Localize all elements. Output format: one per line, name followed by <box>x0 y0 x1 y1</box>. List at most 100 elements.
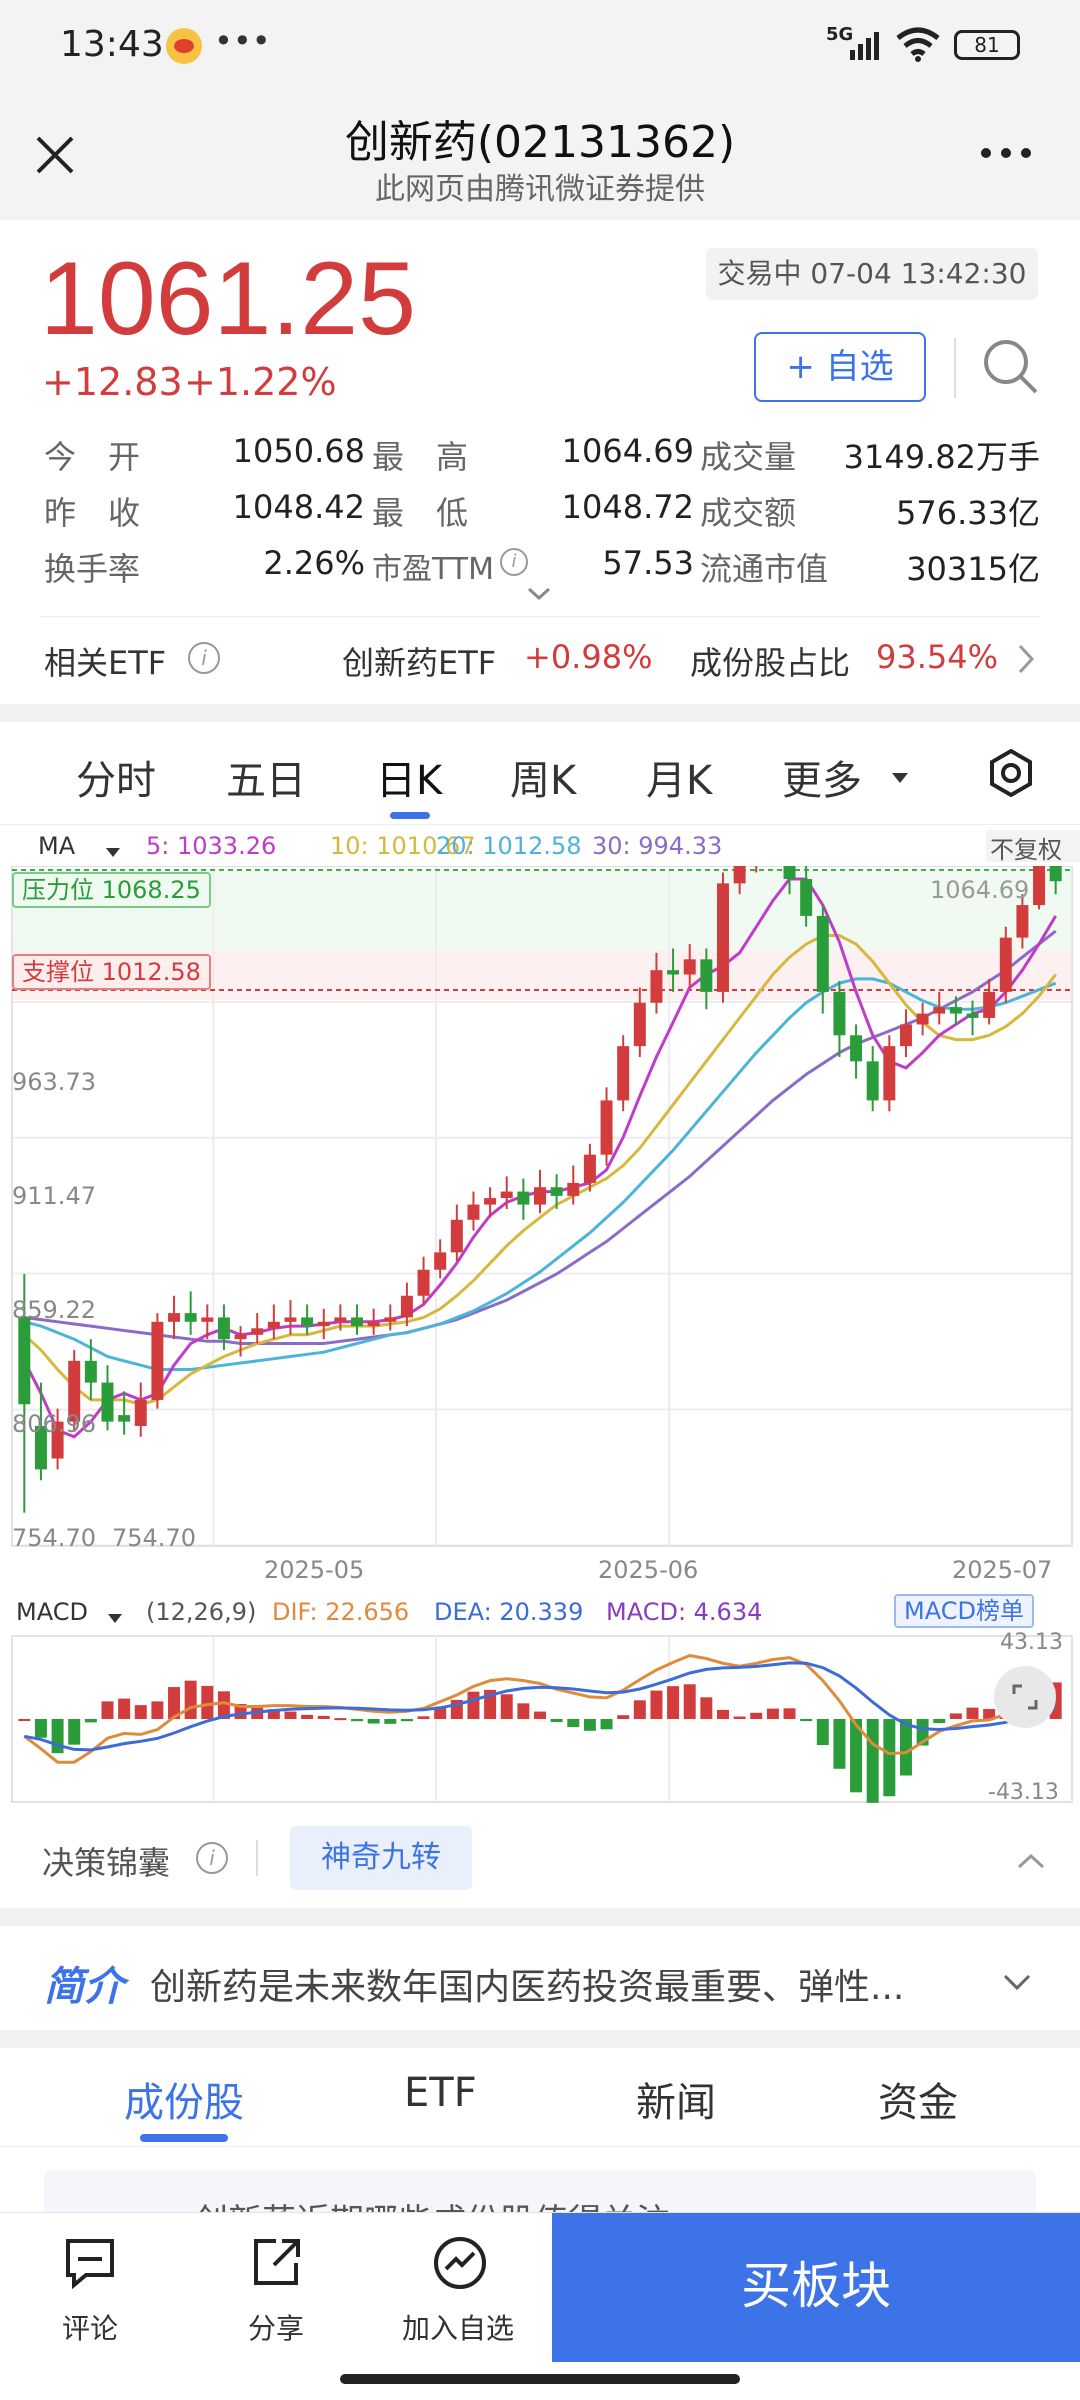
tab-news[interactable]: 新闻 <box>636 2070 716 2128</box>
search-icon[interactable] <box>980 336 1040 396</box>
chevron-up-icon[interactable] <box>1016 1852 1046 1870</box>
stat-label: 成交量 <box>700 438 797 476</box>
settings-icon[interactable] <box>986 748 1036 798</box>
candle-body <box>966 1013 979 1018</box>
stat-label: 市盈TTM <box>372 552 495 587</box>
macd-bar <box>567 1719 580 1728</box>
more-icon[interactable] <box>976 138 1036 168</box>
bottom-bar: 评论 分享 加入自选 买板块 <box>0 2212 1080 2363</box>
macd-rank-button[interactable]: MACD榜单 <box>894 1594 1034 1628</box>
candle-body <box>567 1182 580 1196</box>
candle-body <box>18 1317 31 1405</box>
macd-bar <box>550 1719 563 1723</box>
price-change-pct: +1.22% <box>184 360 337 404</box>
trading-status: 交易中 07-04 13:42:30 <box>706 248 1038 300</box>
candle-body <box>1049 866 1062 882</box>
candle-body <box>916 1013 929 1025</box>
candle-body <box>267 1321 280 1329</box>
stat-value: 30315亿 <box>906 550 1040 588</box>
candle-body <box>650 970 663 1003</box>
buy-sector-button[interactable]: 买板块 <box>552 2213 1080 2363</box>
section-gap <box>0 704 1080 722</box>
candle-body <box>1033 866 1046 906</box>
add-watch-bottom-button[interactable]: 加入自选 <box>396 2213 526 2363</box>
candle-body <box>833 991 846 1036</box>
macd-bar <box>716 1709 729 1719</box>
macd-bar <box>367 1719 380 1724</box>
section-gap <box>0 1908 1080 1926</box>
tab-more[interactable]: 更多 <box>782 748 862 806</box>
tab-daily-k[interactable]: 日K <box>376 748 442 806</box>
macd-bar <box>833 1719 846 1769</box>
gesture-area <box>0 2362 1080 2400</box>
macd-params: (12,26,9) <box>146 1598 257 1626</box>
macd-bar <box>184 1680 197 1719</box>
decision-label: 决策锦囊 <box>42 1844 171 1882</box>
price-change: +12.83 <box>42 360 183 404</box>
dea-value: DEA: 20.339 <box>434 1598 584 1626</box>
info-icon[interactable]: i <box>188 642 220 674</box>
tab-funds[interactable]: 资金 <box>878 2070 958 2128</box>
chevron-down-icon[interactable] <box>524 584 554 604</box>
macd-bar <box>883 1719 896 1797</box>
y-tick-label: 754.70 <box>12 1524 96 1552</box>
ma20-value: 20: 1012.58 <box>436 832 582 860</box>
candle-body <box>949 1007 962 1014</box>
home-indicator[interactable] <box>340 2374 740 2384</box>
macd-bar <box>134 1705 147 1719</box>
share-icon <box>248 2235 304 2291</box>
section-tabs: 成份股 ETF 新闻 资金 <box>0 2048 1080 2148</box>
stat-label: 流通市值 <box>700 550 829 588</box>
stats-grid: 今 开 1050.68 最 高 1064.69 成交量 3149.82万手 昨 … <box>40 428 1040 598</box>
macd-min-label: -43.13 <box>988 1780 1059 1805</box>
intro-row[interactable]: 简介 创新药是未来数年国内医药投资最重要、弹性... <box>0 1926 1080 2030</box>
macd-bar <box>949 1713 962 1719</box>
tab-weekly-k[interactable]: 周K <box>510 748 576 806</box>
macd-bar <box>118 1698 131 1719</box>
macd-bar <box>750 1712 763 1719</box>
caret-down-icon[interactable] <box>104 838 122 857</box>
macd-bar <box>18 1719 31 1721</box>
candle-body <box>883 1046 896 1101</box>
ma-selector[interactable]: MA <box>38 832 75 860</box>
tab-etf[interactable]: ETF <box>404 2070 477 2116</box>
etf-row[interactable]: 相关ETF i 创新药ETF +0.98% 成份股占比 93.54% <box>0 618 1080 698</box>
candle-body <box>334 1317 347 1322</box>
add-watch-label: 加入自选 <box>402 2312 515 2345</box>
tab-monthly-k[interactable]: 月K <box>646 748 712 806</box>
share-button[interactable]: 分享 <box>226 2213 326 2363</box>
tab-constituents[interactable]: 成份股 <box>124 2070 244 2128</box>
divider <box>0 824 1080 825</box>
status-bar: 13:43 ••• 5G 81 <box>0 0 1080 90</box>
macd-selector[interactable]: MACD <box>16 1598 88 1626</box>
macd-bar <box>617 1715 630 1719</box>
caret-down-icon[interactable] <box>106 1604 124 1623</box>
candle-body <box>134 1399 147 1426</box>
candle-body <box>367 1321 380 1327</box>
candle-body <box>234 1334 247 1340</box>
candle-body <box>700 959 713 992</box>
candle-body <box>351 1317 364 1327</box>
add-watch-button[interactable]: + 自选 <box>754 332 926 402</box>
dif-value: DIF: 22.656 <box>272 1598 410 1626</box>
etf-label: 相关ETF <box>44 644 167 682</box>
macd-bar <box>467 1691 480 1719</box>
trend-icon <box>432 2235 488 2291</box>
divider <box>256 1840 258 1876</box>
macd-bar <box>700 1697 713 1719</box>
nine-turns-tag[interactable]: 神奇九转 <box>290 1826 472 1890</box>
info-icon[interactable]: i <box>196 1842 228 1874</box>
stat-value: 1048.42 <box>232 488 365 526</box>
macd-bar <box>933 1719 946 1724</box>
macd-bar <box>400 1719 413 1722</box>
tab-five-day[interactable]: 五日 <box>226 748 306 806</box>
adjust-selector[interactable]: 不复权 <box>986 830 1080 864</box>
tab-intraday[interactable]: 分时 <box>76 748 156 806</box>
candle-body <box>683 959 696 975</box>
chevron-down-icon[interactable] <box>1002 1972 1032 1992</box>
etf-change: +0.98% <box>524 638 653 676</box>
fullscreen-icon[interactable] <box>994 1666 1056 1728</box>
close-icon[interactable] <box>30 130 80 180</box>
info-icon[interactable]: i <box>500 548 528 576</box>
comment-button[interactable]: 评论 <box>40 2213 140 2363</box>
